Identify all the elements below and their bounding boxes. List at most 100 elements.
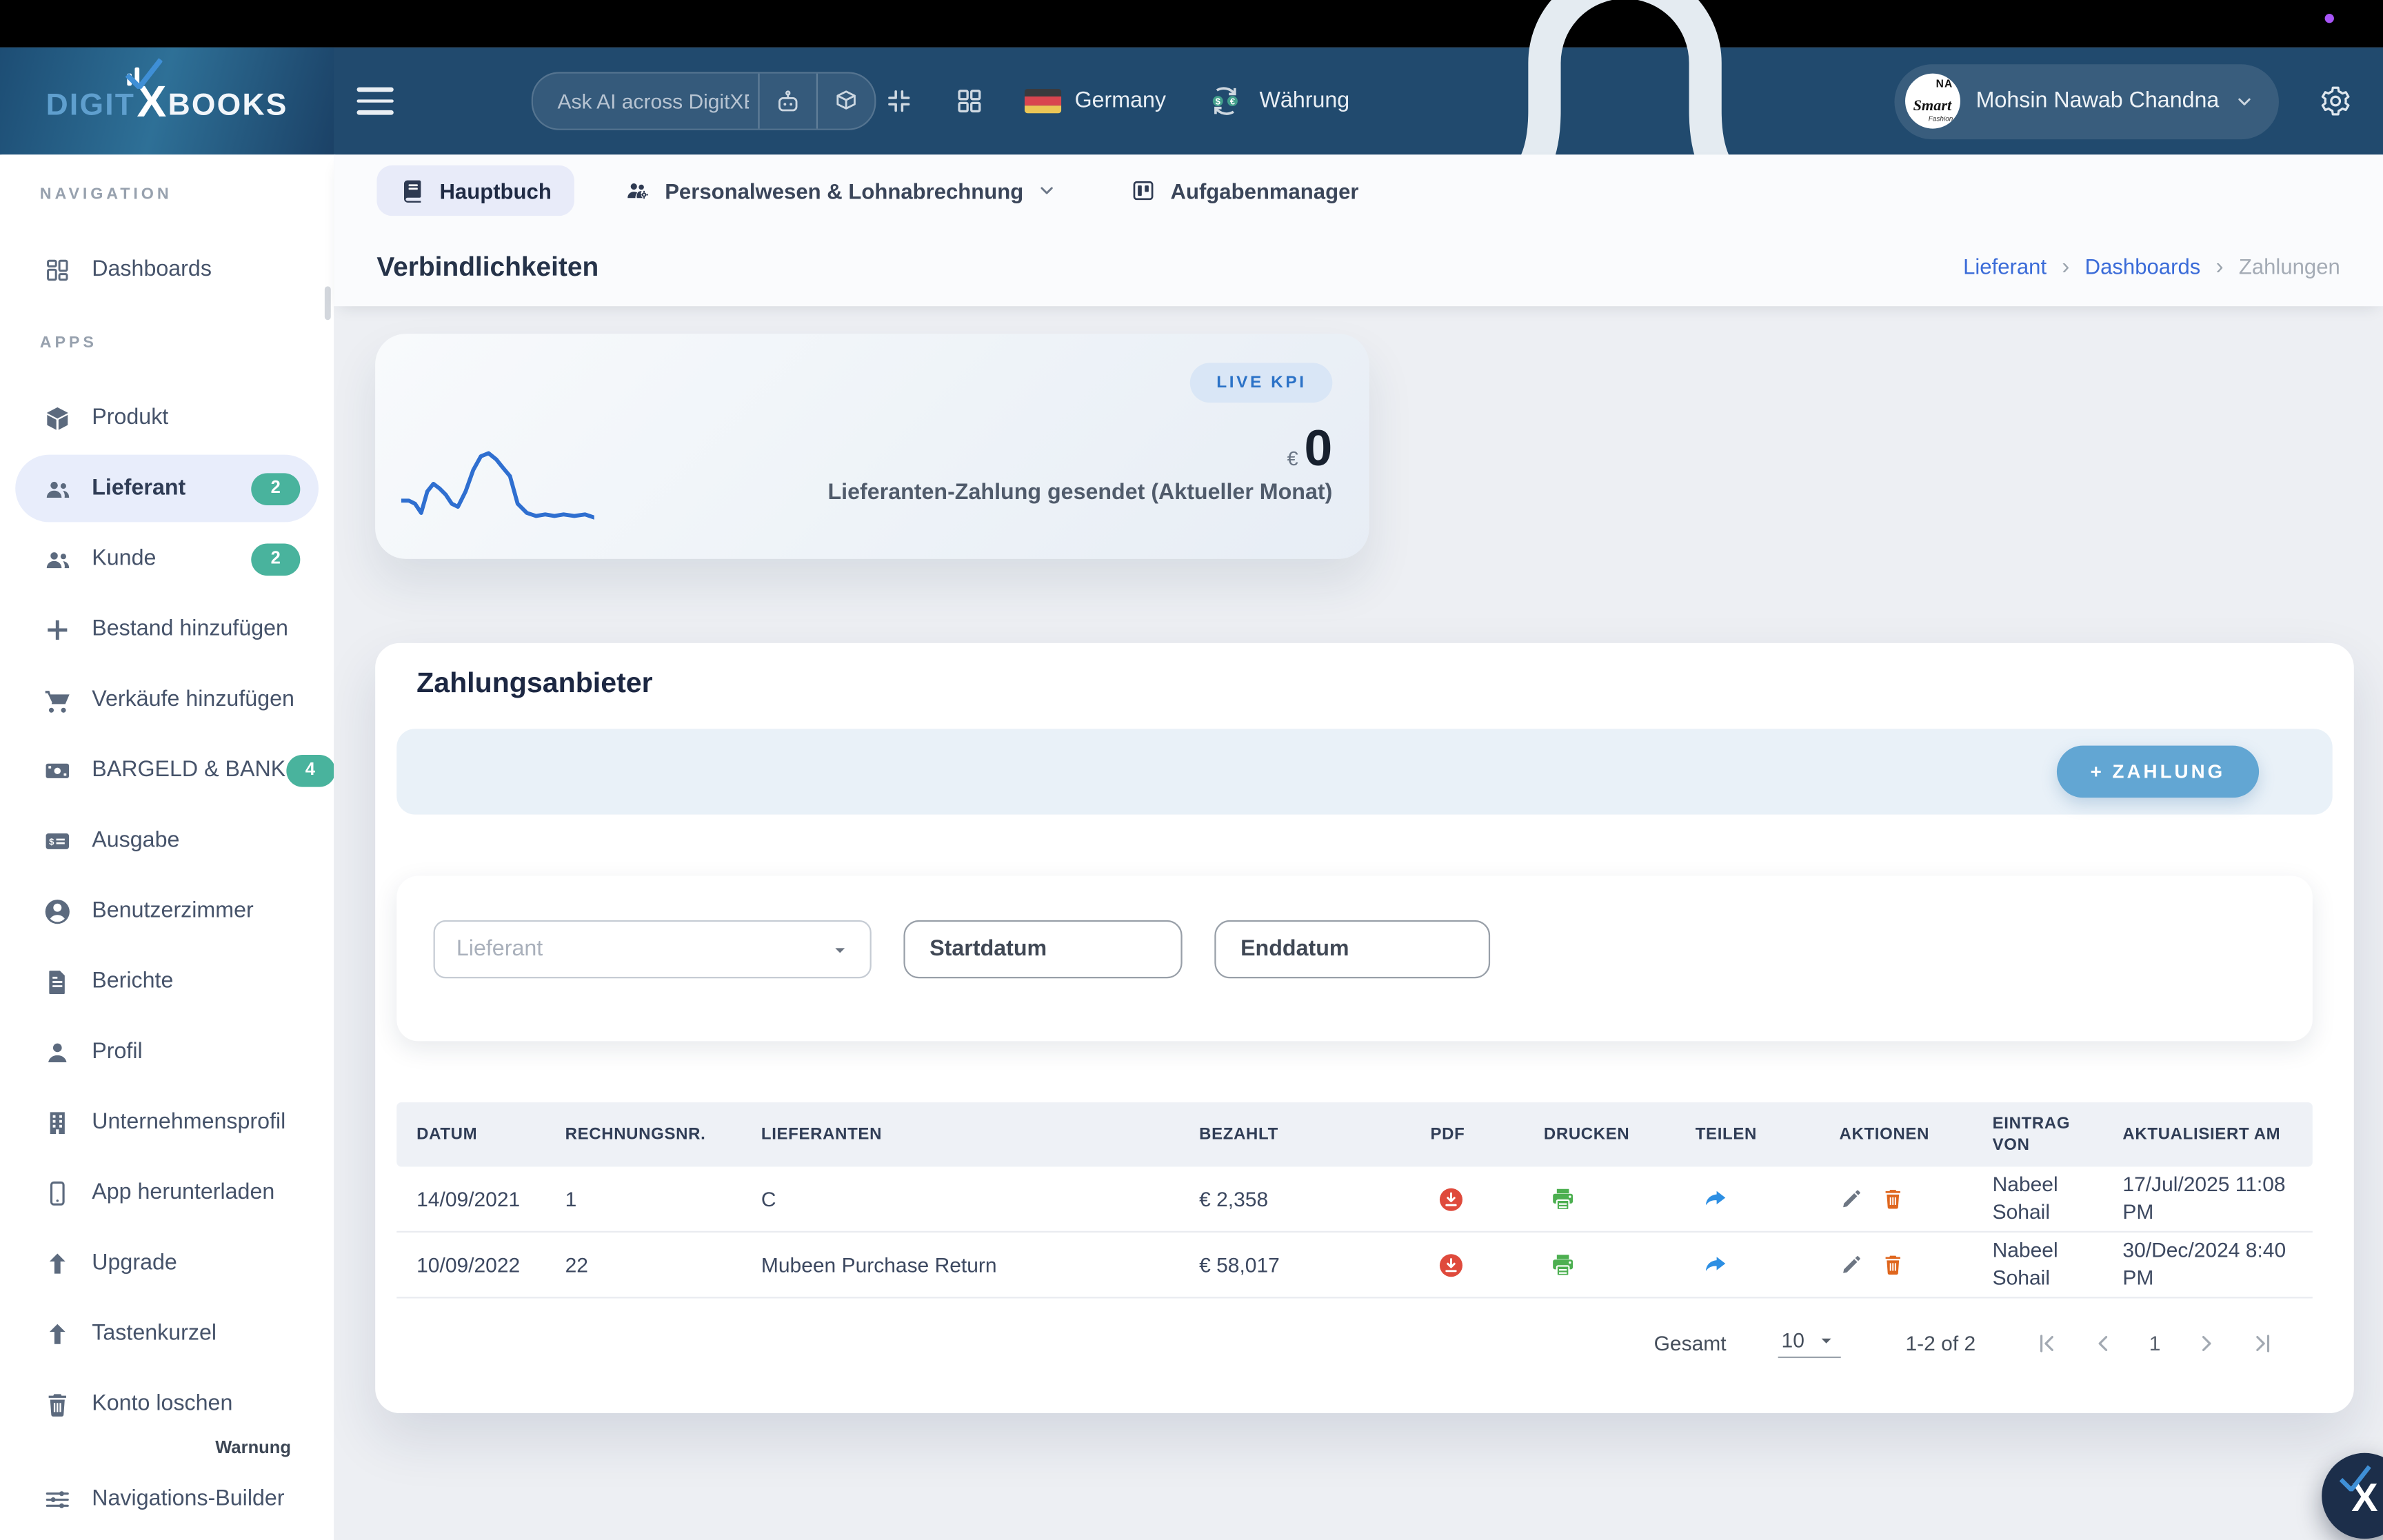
chevron-down-icon (2235, 91, 2255, 111)
avatar-monogram: NA (1935, 79, 1953, 91)
sidebar-item-unternehmensprofil[interactable]: Unternehmensprofil (15, 1088, 319, 1156)
svg-text:$: $ (1216, 96, 1221, 106)
ai-assistant-button[interactable] (758, 73, 816, 129)
breadcrumb-separator: › (2062, 253, 2070, 280)
breadcrumb-item[interactable]: Dashboards (2085, 254, 2201, 279)
live-kpi-badge: LIVE KPI (1190, 363, 1333, 403)
menu-toggle-button[interactable] (356, 87, 394, 115)
sidebar-item-label: App herunterladen (92, 1180, 275, 1205)
end-date-label: Enddatum (1240, 937, 1349, 962)
cell-pdf-download-button (1430, 1250, 1543, 1279)
users-icon (43, 474, 72, 503)
sidebar-item-label: Profil (92, 1040, 143, 1064)
kpi-card: LIVE KPI € 0 Lieferanten-Zahlung gesende… (375, 334, 1369, 559)
breadcrumb-item[interactable]: Lieferant (1963, 254, 2047, 279)
country-label: Germany (1074, 88, 1167, 114)
pdf-download-button[interactable] (1436, 1184, 1465, 1213)
cell-aktualisiert_am: 30/Dec/2024 8:40 PM (2122, 1237, 2286, 1290)
module-tab-aufgabenmanager[interactable]: Aufgabenmanager (1107, 165, 1381, 216)
phone-icon (43, 1178, 72, 1207)
share-button[interactable] (1702, 1251, 1729, 1279)
user-menu[interactable]: NA Smart Fashion Mohsin Nawab Chandna (1894, 63, 2279, 139)
sidebar-item-konto-loschen[interactable]: Konto loschen (15, 1370, 319, 1438)
sidebar-scrollbar[interactable] (324, 286, 331, 321)
sidebar-item-kunde[interactable]: Kunde 2 (15, 525, 319, 593)
sidebar-item-profil[interactable]: Profil (15, 1018, 319, 1086)
chevron-down-icon (1037, 181, 1057, 201)
sidebar-item-label: Unternehmensprofil (92, 1110, 286, 1135)
print-button[interactable] (1549, 1250, 1578, 1279)
sidebar-item-berichte[interactable]: Berichte (15, 948, 319, 1015)
sidebar-item-label: Dashboards (92, 257, 212, 282)
filter-card: Lieferant Startdatum Enddatum (396, 875, 2313, 1042)
apps-grid-icon[interactable] (954, 85, 984, 116)
sidebar-item-label: Ausgabe (92, 828, 180, 853)
page-size-select[interactable]: 10 (1778, 1329, 1842, 1359)
cell-print-button (1544, 1184, 1696, 1213)
start-date-label: Startdatum (929, 937, 1047, 962)
module-tab-hauptbuch[interactable]: Hauptbuch (376, 165, 575, 216)
arrow-up-icon (43, 1319, 72, 1348)
start-date-input[interactable]: Startdatum (903, 920, 1183, 979)
logo-checkmark-icon (123, 57, 163, 91)
country-selector[interactable]: Germany (1024, 88, 1167, 114)
kpi-number: 0 (1304, 419, 1333, 476)
sidebar-item-verkaeufe-hinzufuegen[interactable]: Verkäufe hinzufügen (15, 666, 319, 733)
table-row: 14/09/2021 1 C € 2,358 Nabeel Sohail 17/Jul/2… (396, 1166, 2313, 1233)
ai-module-button[interactable] (816, 73, 874, 129)
settings-gear-icon[interactable] (2319, 84, 2353, 118)
sidebar-item-lieferant[interactable]: Lieferant 2 (15, 454, 319, 523)
edit-button[interactable] (1840, 1186, 1864, 1211)
avatar-brand-line2: Fashion (1928, 114, 1953, 123)
sidebar-item-tastenkurzel[interactable]: Tastenkurzel (15, 1300, 319, 1368)
ai-search-input[interactable] (532, 89, 758, 113)
cell-share-button (1696, 1251, 1840, 1279)
sidebar-item-label: Berichte (92, 969, 174, 994)
pagination-first-button[interactable] (2034, 1330, 2060, 1357)
print-button[interactable] (1549, 1184, 1578, 1213)
logo-block[interactable]: DIGIT X BOOKS (0, 47, 334, 155)
module-tab-personalwesen-lohnabrechnung[interactable]: Personalwesen & Lohnabrechnung (602, 165, 1080, 216)
sidebar-item-dashboards[interactable]: Dashboards (15, 236, 319, 303)
pdf-download-button[interactable] (1436, 1250, 1465, 1279)
add-payment-button[interactable]: + ZAHLUNG (2056, 745, 2260, 798)
sidebar-item-produkt[interactable]: Produkt (15, 384, 319, 452)
sidebar-item-bargeld-und-bank[interactable]: BARGELD & BANK 4 (15, 736, 334, 804)
column-header: BEZAHLT (1199, 1125, 1278, 1144)
pagination-prev-button[interactable] (2091, 1330, 2117, 1357)
collapse-fullscreen-icon[interactable] (883, 85, 914, 116)
pagination-last-button[interactable] (2250, 1330, 2276, 1357)
banknote-icon (43, 756, 72, 784)
section-heading: Zahlungsanbieter (416, 666, 653, 698)
cell-lieferanten: Mubeen Purchase Return (761, 1253, 997, 1277)
cell-print-button (1544, 1250, 1696, 1279)
currency-selector[interactable]: $ € Währung (1206, 81, 1349, 121)
supplier-select[interactable]: Lieferant (433, 920, 872, 979)
cell-share-button (1696, 1185, 1840, 1213)
cell-lieferanten: C (761, 1187, 776, 1210)
sidebar-item-app-herunterladen[interactable]: App herunterladen (15, 1159, 319, 1226)
cell-bezahlt: € 58,017 (1199, 1253, 1280, 1277)
share-button[interactable] (1702, 1185, 1729, 1213)
dashboard-icon (43, 255, 72, 284)
pagination-next-button[interactable] (2193, 1330, 2220, 1357)
delete-button[interactable] (1880, 1186, 1905, 1211)
sidebar-item-upgrade[interactable]: Upgrade (15, 1230, 319, 1297)
avatar-brand-line1: Smart (1913, 98, 1952, 115)
currency-label: Währung (1259, 88, 1350, 114)
svg-text:€: € (1231, 96, 1236, 106)
delete-button[interactable] (1880, 1253, 1905, 1277)
edit-button[interactable] (1840, 1253, 1864, 1277)
count-badge: 2 (251, 472, 301, 505)
sidebar-item-benutzerzimmer[interactable]: Benutzerzimmer (15, 878, 319, 945)
kanban-icon (1131, 178, 1157, 204)
sidebar-item-bestand-hinzufuegen[interactable]: Bestand hinzufügen (15, 596, 319, 663)
user-icon (43, 1037, 72, 1066)
building-icon (43, 1108, 72, 1137)
sidebar-item-ausgabe[interactable]: $ Ausgabe (15, 807, 319, 875)
sidebar-item-navigations-builder[interactable]: Navigations-Builder (15, 1466, 319, 1533)
currency-exchange-icon: $ € (1206, 81, 1246, 121)
ai-search-bar (531, 72, 876, 130)
end-date-input[interactable]: Enddatum (1214, 920, 1491, 979)
cell-rechnungsnr: 1 (565, 1187, 577, 1210)
